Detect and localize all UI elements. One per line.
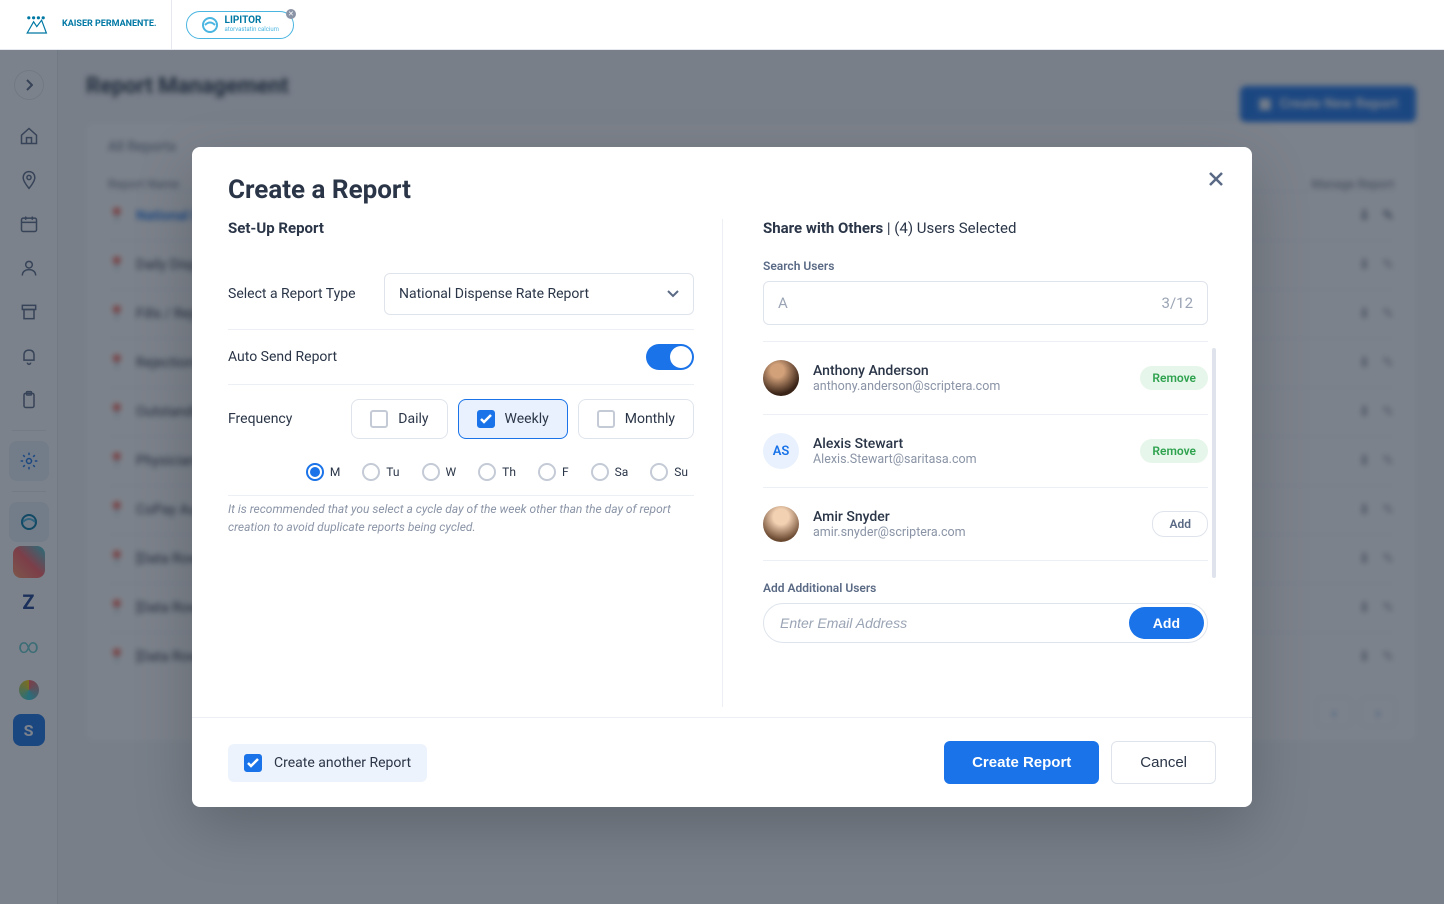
auto-send-label: Auto Send Report: [228, 349, 337, 365]
drug-tab-lipitor[interactable]: LIPITOR atorvastatin calcium ✕: [186, 11, 294, 39]
user-row: Amir Snyder amir.snyder@scriptera.com Ad…: [763, 488, 1208, 561]
check-icon: [480, 414, 492, 424]
share-heading: Share with Others | (4) Users Selected: [763, 219, 1208, 237]
modal-overlay: Create a Report Set-Up Report Select a R…: [0, 50, 1444, 904]
user-action-add[interactable]: Add: [1152, 511, 1208, 537]
user-action-remove[interactable]: Remove: [1140, 366, 1208, 390]
kaiser-icon: [24, 13, 56, 37]
day-th[interactable]: Th: [478, 463, 516, 481]
day-f[interactable]: F: [538, 463, 569, 481]
frequency-monthly[interactable]: Monthly: [578, 399, 694, 439]
user-row: Anthony Anderson anthony.anderson@script…: [763, 342, 1208, 415]
user-row: AS Alexis Stewart Alexis.Stewart@saritas…: [763, 415, 1208, 488]
search-users-input[interactable]: A 3/12: [763, 281, 1208, 325]
user-action-remove[interactable]: Remove: [1140, 439, 1208, 463]
setup-heading: Set-Up Report: [228, 219, 694, 237]
modal-close-button[interactable]: [1206, 169, 1226, 189]
avatar: [763, 506, 799, 542]
report-type-select[interactable]: National Dispense Rate Report: [384, 273, 694, 315]
day-w[interactable]: W: [422, 463, 457, 481]
cancel-button[interactable]: Cancel: [1111, 741, 1216, 784]
avatar: AS: [763, 433, 799, 469]
create-report-button[interactable]: Create Report: [944, 741, 1099, 784]
chevron-down-icon: [667, 290, 679, 298]
close-icon: [1206, 169, 1226, 189]
create-another-checkbox[interactable]: Create another Report: [228, 744, 427, 782]
auto-send-toggle[interactable]: [646, 344, 694, 370]
check-icon: [247, 758, 259, 768]
frequency-daily[interactable]: Daily: [351, 399, 447, 439]
report-type-label: Select a Report Type: [228, 286, 356, 302]
modal-title: Create a Report: [228, 175, 1252, 205]
day-tu[interactable]: Tu: [362, 463, 399, 481]
avatar: [763, 360, 799, 396]
day-sa[interactable]: Sa: [591, 463, 629, 481]
create-report-modal: Create a Report Set-Up Report Select a R…: [192, 147, 1252, 807]
add-user-email-input[interactable]: [780, 615, 1129, 631]
swoosh-icon: [201, 16, 219, 34]
user-list-scrollbar[interactable]: [1212, 348, 1216, 578]
search-result-count: 3/12: [1162, 294, 1193, 312]
frequency-label: Frequency: [228, 411, 292, 427]
day-m[interactable]: M: [306, 463, 340, 481]
frequency-weekly[interactable]: Weekly: [458, 399, 568, 439]
add-user-button[interactable]: Add: [1129, 607, 1204, 639]
search-users-label: Search Users: [763, 259, 1208, 273]
frequency-help-text: It is recommended that you select a cycl…: [228, 500, 694, 536]
close-drug-tab-icon[interactable]: ✕: [286, 9, 296, 19]
add-users-label: Add Additional Users: [763, 581, 1208, 595]
org-logo[interactable]: KAISER PERMANENTE.: [24, 13, 157, 37]
day-su[interactable]: Su: [650, 463, 688, 481]
